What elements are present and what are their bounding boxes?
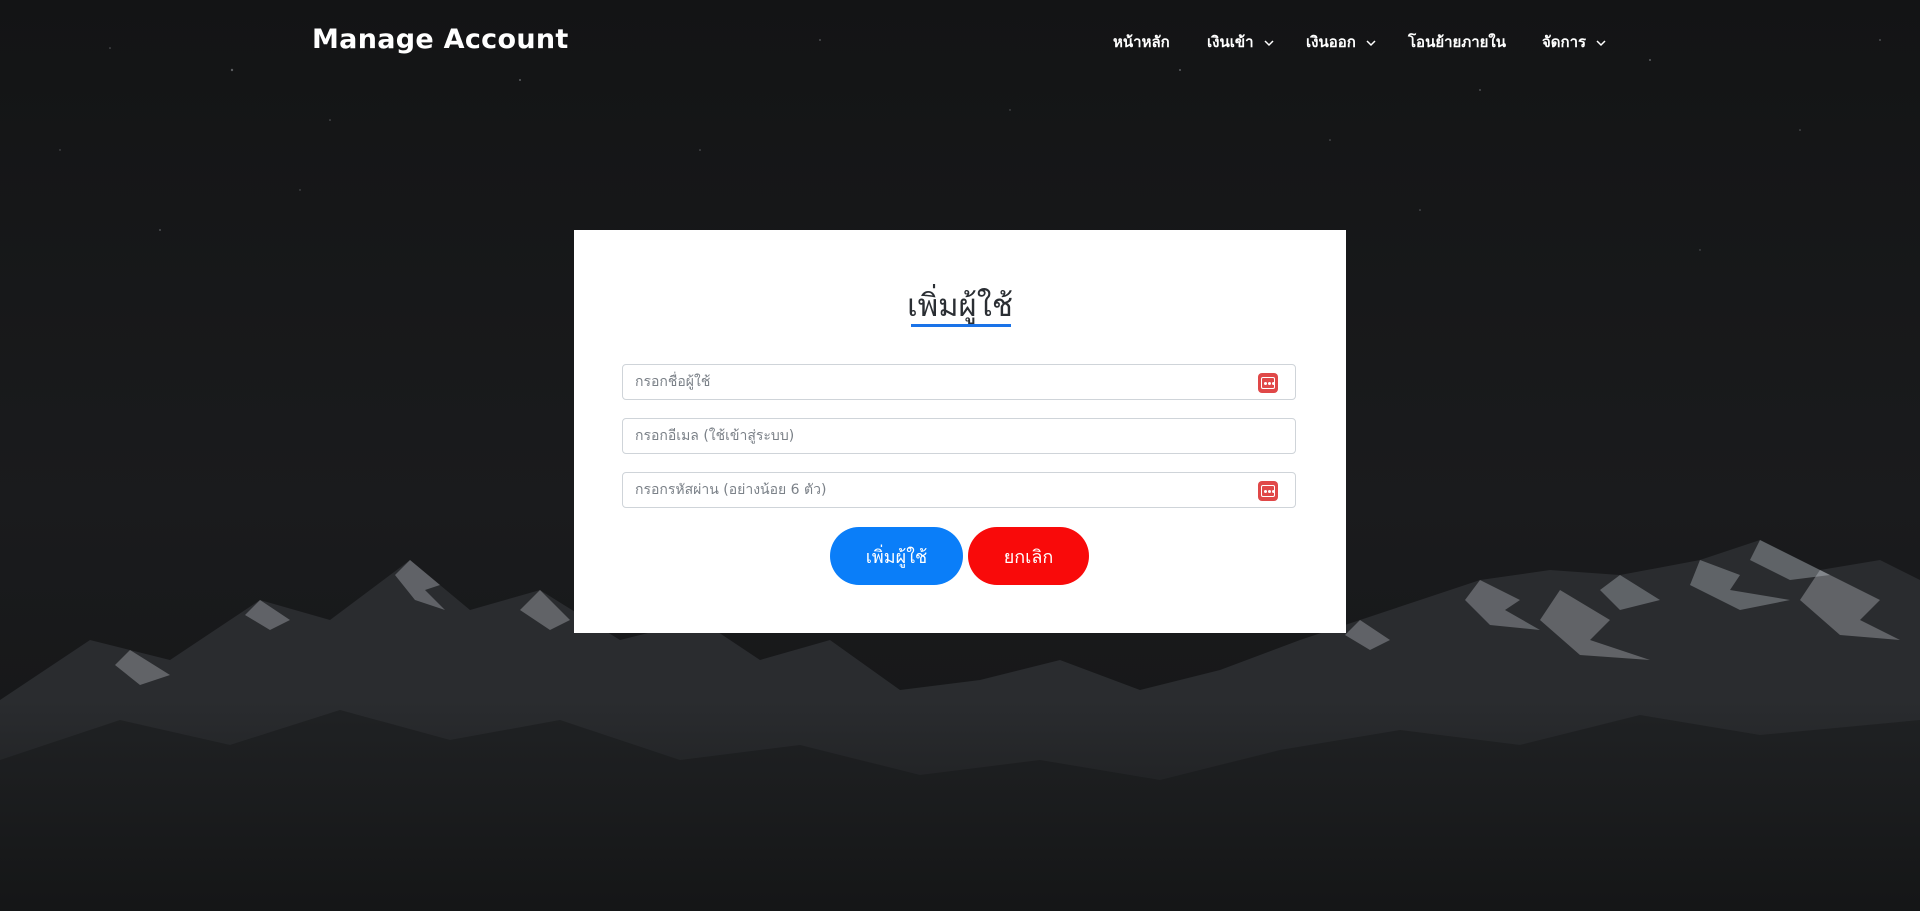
top-navbar: Manage Account หน้าหลัก เงินเข้า เงินออก…	[0, 0, 1920, 86]
password-manager-icon[interactable]	[1258, 373, 1278, 393]
username-field	[622, 364, 1296, 400]
password-input[interactable]	[623, 473, 1295, 507]
password-manager-icon-dot	[1272, 490, 1275, 493]
password-field	[622, 472, 1296, 508]
nav-item-transfer[interactable]: โอนย้ายภายใน	[1408, 30, 1506, 54]
nav-item-label: โอนย้ายภายใน	[1408, 33, 1506, 51]
password-manager-icon[interactable]	[1258, 481, 1278, 501]
nav-item-label: เงินออก	[1306, 33, 1356, 51]
email-field	[622, 418, 1296, 454]
password-manager-icon-dot	[1268, 382, 1271, 385]
password-manager-icon-dot	[1264, 382, 1267, 385]
chevron-down-icon	[1366, 39, 1376, 46]
nav-item-manage[interactable]: จัดการ	[1542, 30, 1607, 54]
password-manager-icon-frame	[1261, 377, 1275, 389]
chevron-down-icon	[1596, 39, 1606, 46]
page: Manage Account หน้าหลัก เงินเข้า เงินออก…	[0, 0, 1920, 911]
cancel-button[interactable]: ยกเลิก	[968, 527, 1089, 585]
add-user-button[interactable]: เพิ่มผู้ใช้	[830, 527, 963, 585]
add-user-card: เพิ่มผู้ใช้ กรอกชื่อผู้ใช้ กรอกอีเมล (ใช…	[574, 230, 1346, 633]
nav-menu: หน้าหลัก เงินเข้า เงินออก โอนย้ายภายใน จ…	[0, 30, 1920, 56]
nav-item-label: หน้าหลัก	[1113, 33, 1170, 51]
password-manager-icon-frame	[1261, 485, 1275, 497]
email-input[interactable]	[623, 419, 1295, 453]
form-title: เพิ่มผู้ใช้	[907, 288, 1013, 324]
password-manager-icon-dot	[1268, 490, 1271, 493]
nav-item-income[interactable]: เงินเข้า	[1207, 30, 1275, 54]
nav-item-label: เงินเข้า	[1207, 33, 1254, 51]
password-manager-icon-dot	[1272, 382, 1275, 385]
username-input[interactable]	[623, 365, 1295, 399]
password-manager-icon-dot	[1264, 490, 1267, 493]
nav-item-home[interactable]: หน้าหลัก	[1113, 30, 1170, 54]
title-underline	[911, 324, 1011, 327]
nav-item-expense[interactable]: เงินออก	[1306, 30, 1377, 54]
chevron-down-icon	[1264, 39, 1274, 46]
nav-item-label: จัดการ	[1542, 33, 1587, 51]
